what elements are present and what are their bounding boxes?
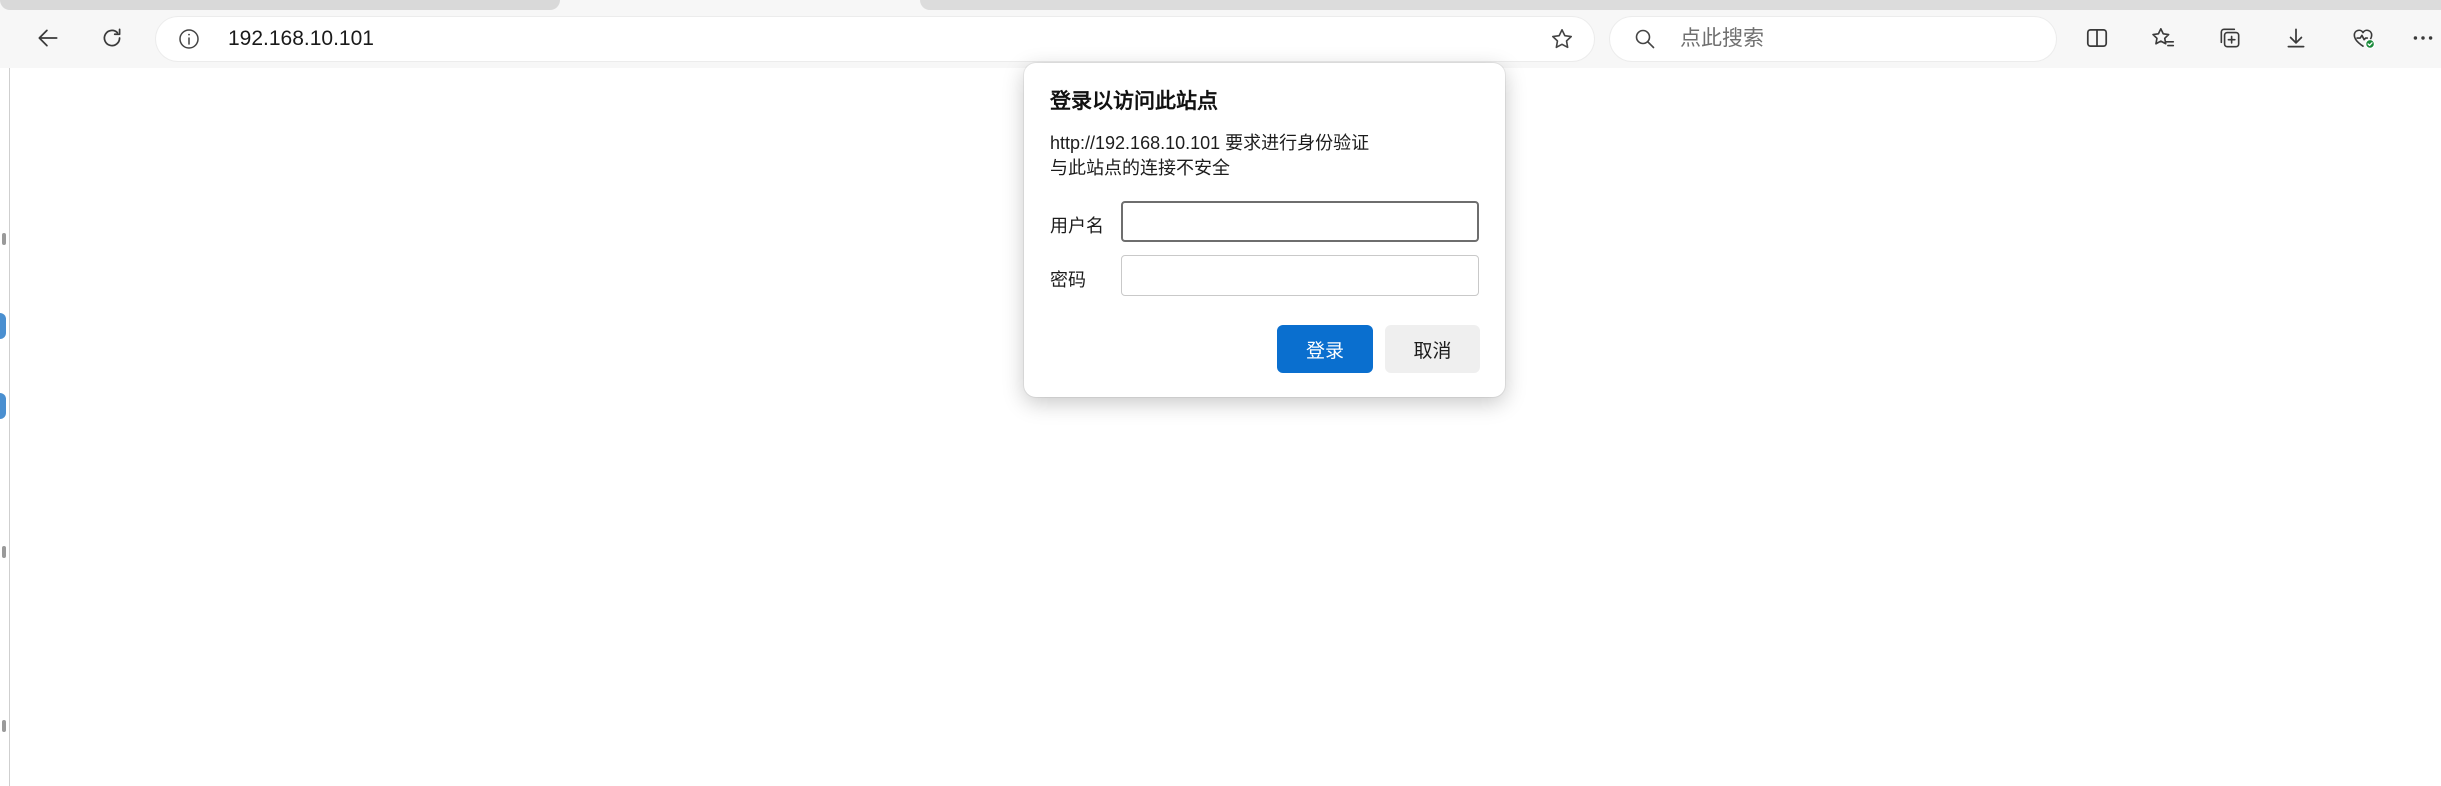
login-button[interactable]: 登录 xyxy=(1277,325,1373,373)
username-label: 用户名 xyxy=(1050,216,1104,236)
download-icon[interactable] xyxy=(2276,18,2316,58)
browser-chrome: 192.168.10.101 点此搜索 xyxy=(0,0,2441,68)
gutter-mark xyxy=(2,546,6,558)
gutter-mark xyxy=(0,313,6,339)
split-screen-icon[interactable] xyxy=(2077,18,2117,58)
tab-strip xyxy=(0,0,2441,14)
dialog-title: 登录以访问此站点 xyxy=(1050,90,1218,113)
address-bar[interactable]: 192.168.10.101 xyxy=(156,17,1594,61)
tab-inactive-right[interactable] xyxy=(920,0,2441,10)
gutter-mark xyxy=(2,233,6,245)
refresh-icon[interactable] xyxy=(92,18,132,58)
info-icon[interactable] xyxy=(176,26,202,52)
collections-icon[interactable] xyxy=(2210,18,2250,58)
search-box[interactable]: 点此搜索 xyxy=(1610,17,2056,61)
search-placeholder[interactable]: 点此搜索 xyxy=(1680,17,1764,61)
password-field[interactable] xyxy=(1121,255,1479,296)
auth-dialog: 登录以访问此站点 http://192.168.10.101 要求进行身份验证 … xyxy=(1024,63,1505,397)
star-icon[interactable] xyxy=(1548,25,1576,53)
gutter-mark xyxy=(2,720,6,732)
password-label: 密码 xyxy=(1050,270,1086,290)
insecure-warning: 与此站点的连接不安全 xyxy=(1050,158,1230,178)
browser-essentials-icon[interactable] xyxy=(2343,18,2383,58)
search-icon xyxy=(1632,26,1658,52)
cancel-button[interactable]: 取消 xyxy=(1385,325,1480,373)
more-icon[interactable] xyxy=(2410,18,2441,58)
left-gutter xyxy=(0,68,10,786)
username-field[interactable] xyxy=(1121,201,1479,242)
tab-inactive-left[interactable] xyxy=(0,0,560,10)
gutter-mark xyxy=(0,393,6,419)
auth-message: http://192.168.10.101 要求进行身份验证 xyxy=(1050,133,1370,153)
browser-toolbar: 192.168.10.101 点此搜索 xyxy=(0,14,2441,68)
address-url[interactable]: 192.168.10.101 xyxy=(228,17,374,61)
favorites-icon[interactable] xyxy=(2143,18,2183,58)
back-arrow-icon[interactable] xyxy=(28,18,68,58)
